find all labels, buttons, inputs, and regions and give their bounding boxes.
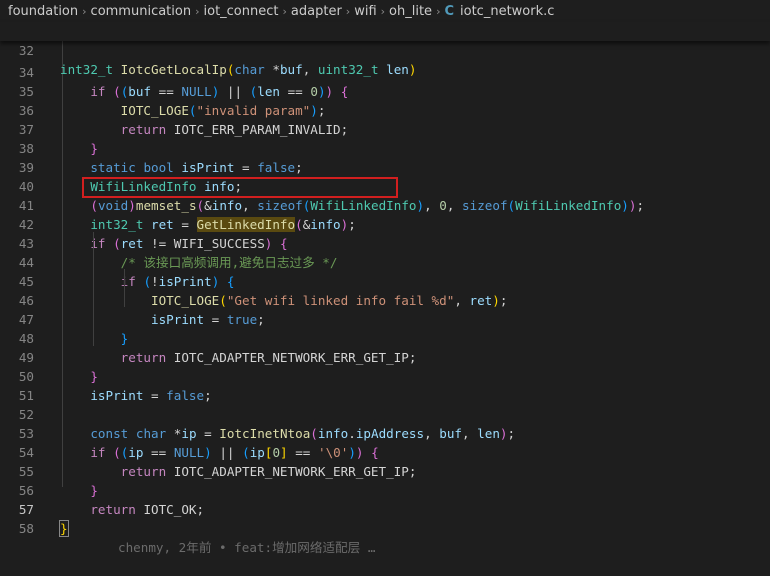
breadcrumb-file[interactable]: iotc_network.c — [460, 4, 554, 19]
code-text: int32_t IotcGetLocalIp(char *buf, uint32… — [60, 62, 417, 77]
indent-guide — [93, 232, 94, 346]
chevron-right-icon: › — [380, 4, 386, 18]
code-line[interactable]: 32 int32_t IotcGetLocalIp(char *buf, uin… — [0, 22, 770, 77]
line-number: 32 — [18, 43, 34, 58]
highlight-annotation-box — [82, 177, 398, 198]
chevron-right-icon: › — [282, 4, 287, 18]
code-line[interactable]: 43 /* 该接口高频调用,避免日志过多 */ — [0, 215, 770, 270]
code-line[interactable]: 36 return IOTC_ERR_PARAM_INVALID; — [0, 82, 770, 137]
code-line[interactable]: 37 } — [0, 101, 770, 156]
breadcrumb-item[interactable]: iot_connect — [204, 4, 279, 19]
indent-guide — [62, 41, 63, 487]
code-line[interactable]: 45 IOTC_LOGE("Get wifi linked info fail … — [0, 253, 770, 308]
code-line[interactable]: 42 if (ret != WIFI_SUCCESS) { — [0, 196, 770, 251]
breadcrumb-item[interactable]: foundation — [8, 4, 78, 19]
code-text: } — [59, 520, 69, 537]
code-line[interactable]: 50 isPrint = false; — [0, 348, 770, 403]
breadcrumb-item[interactable]: adapter — [291, 4, 342, 19]
breadcrumb-item[interactable]: oh_lite — [389, 4, 432, 19]
breadcrumb: foundation › communication › iot_connect › … — [0, 0, 770, 22]
code-line[interactable]: 46 isPrint = true; — [0, 272, 770, 327]
indent-guide — [124, 269, 125, 307]
breadcrumb-item[interactable]: communication — [91, 4, 192, 19]
chevron-right-icon: › — [345, 4, 351, 18]
code-line[interactable]: 49 } — [0, 329, 770, 384]
code-line[interactable]: 51 — [0, 367, 770, 403]
code-line[interactable]: 52 const char *ip = IotcInetNtoa(info.ip… — [0, 386, 770, 441]
sticky-scroll-header[interactable]: 32 int32_t IotcGetLocalIp(char *buf, uin… — [0, 22, 770, 77]
code-line[interactable]: 53 if ((ip == NULL) || (ip[0] == '\0')) … — [0, 405, 770, 460]
code-line[interactable]: 48 return IOTC_ADAPTER_NETWORK_ERR_GET_I… — [0, 310, 770, 365]
chevron-right-icon: › — [436, 4, 441, 18]
code-line[interactable]: 56 return IOTC_OK; — [0, 462, 770, 517]
code-editor[interactable]: 34 if ((buf == NULL) || (len == 0)) { 35… — [0, 22, 770, 555]
code-line-current[interactable]: 57 } chenmy, 2年前 • feat:增加网络适配层 … — [0, 481, 770, 555]
breadcrumb-item[interactable]: wifi — [354, 4, 376, 19]
code-line[interactable]: 40 (void)memset_s(&info, sizeof(WifiLink… — [0, 158, 770, 213]
c-file-icon: C — [444, 3, 455, 19]
code-line[interactable]: 47 } — [0, 291, 770, 346]
git-blame-annotation[interactable]: chenmy, 2年前 • feat:增加网络适配层 … — [118, 538, 375, 557]
code-line[interactable]: 39 WifiLinkedInfo info; — [0, 139, 770, 194]
code-line[interactable]: 54 return IOTC_ADAPTER_NETWORK_ERR_GET_I… — [0, 424, 770, 479]
chevron-right-icon: › — [195, 4, 200, 18]
code-line[interactable]: 44 if (!isPrint) { — [0, 234, 770, 289]
line-number: 58 — [18, 521, 34, 536]
chevron-right-icon: › — [82, 4, 87, 18]
code-line[interactable]: 55 } — [0, 443, 770, 498]
code-line[interactable]: 38 static bool isPrint = false; — [0, 120, 770, 175]
